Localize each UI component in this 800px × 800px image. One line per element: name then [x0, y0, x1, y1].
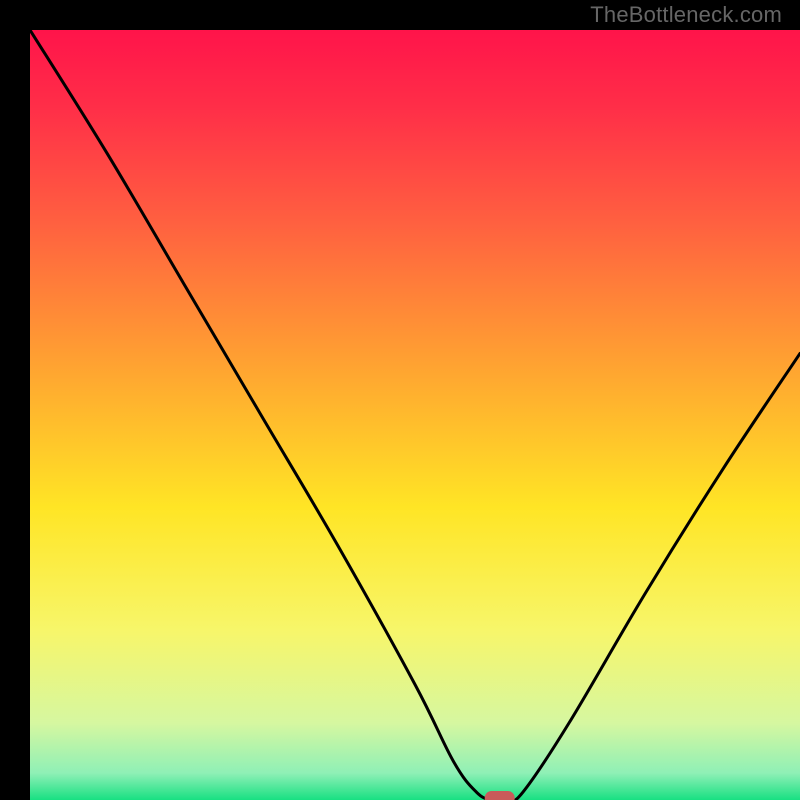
chart-frame [15, 15, 785, 785]
watermark: TheBottleneck.com [590, 2, 782, 28]
plot-area [30, 30, 800, 800]
chart-svg [30, 30, 800, 800]
optimal-marker [485, 791, 515, 800]
